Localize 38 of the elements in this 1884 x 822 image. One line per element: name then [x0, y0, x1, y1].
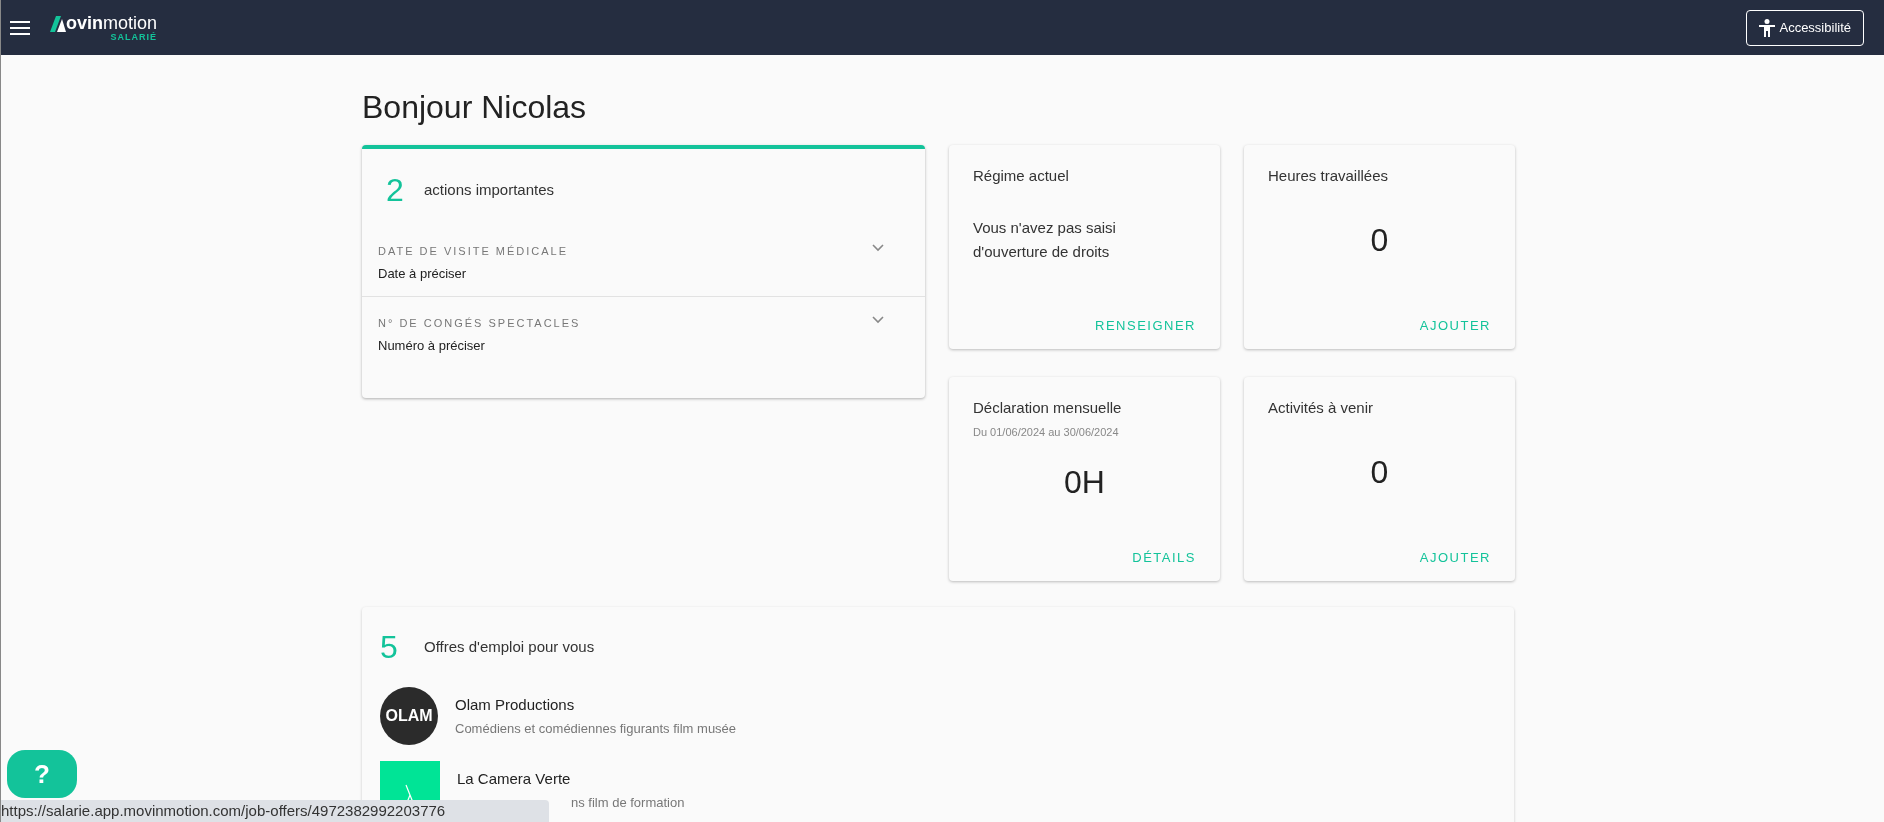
- accessibility-icon: [1759, 18, 1776, 37]
- jobs-heading: Offres d'emploi pour vous: [424, 636, 595, 657]
- card-value: 0: [1370, 452, 1389, 492]
- date-range: Du 01/06/2024 au 30/06/2024: [973, 424, 1120, 440]
- card-title: Régime actuel: [973, 166, 1070, 186]
- job-description: ns film de formation: [570, 793, 685, 812]
- greeting-title: Bonjour Nicolas: [362, 88, 588, 127]
- company-name[interactable]: La Camera Verte: [457, 768, 685, 791]
- action-value: Date à préciser: [378, 264, 468, 283]
- logo-subtitle: SALARIÉ: [110, 31, 158, 42]
- actions-count: 2: [386, 171, 405, 210]
- logo-wordmark-bold: ovin: [66, 13, 103, 32]
- action-value: Numéro à préciser: [378, 336, 486, 355]
- job-description: Comédiens et comédiennes figurants film musée: [455, 719, 737, 738]
- card-value: 0H: [1064, 463, 1105, 502]
- card-message: Vous n'avez pas saisi d'ouverture de droits: [973, 217, 1117, 262]
- jobs-count: 5: [380, 628, 399, 667]
- card-action-link[interactable]: RENSEIGNER: [1095, 315, 1196, 335]
- action-label: DATE DE VISITE MÉDICALE: [378, 244, 570, 259]
- accessibility-button[interactable]: Accessibilité: [1746, 9, 1864, 46]
- card-action-link[interactable]: AJOUTER: [1419, 315, 1491, 335]
- card-action-link[interactable]: DÉTAILS: [1132, 547, 1196, 567]
- help-button[interactable]: ?: [7, 750, 77, 798]
- chevron-icon[interactable]: [871, 243, 885, 253]
- logo-mark-icon: [50, 15, 66, 32]
- company-logo: OLAM: [380, 687, 438, 745]
- card-action-link[interactable]: AJOUTER: [1419, 547, 1491, 567]
- action-label: N° DE CONGÉS SPECTACLES: [378, 316, 582, 331]
- logo-wordmark: motion: [103, 13, 158, 32]
- card-title: Heures travaillées: [1268, 166, 1390, 186]
- chevron-icon[interactable]: [871, 315, 885, 325]
- menu-icon[interactable]: [10, 19, 30, 36]
- card-title: Activités à venir: [1268, 398, 1375, 418]
- actions-heading: actions importantes: [424, 179, 555, 200]
- status-bar-url: https://salarie.app.movinmotion.com/job-offers/4972382992203776: [1, 800, 549, 822]
- card-title: Déclaration mensuelle: [973, 398, 1123, 418]
- company-name[interactable]: Olam Productions: [455, 694, 737, 717]
- card-value: 0: [1370, 220, 1389, 260]
